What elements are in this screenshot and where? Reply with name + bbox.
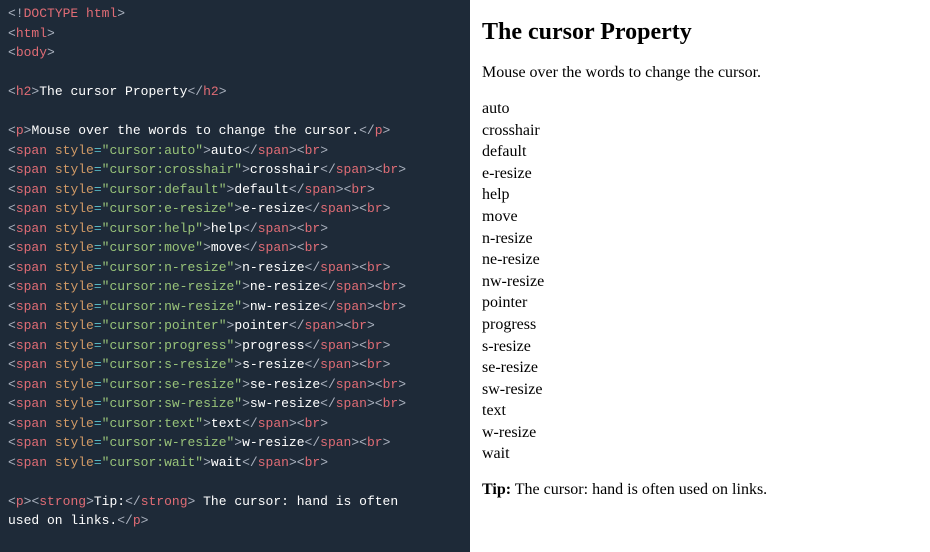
preview-tip: Tip: The cursor: hand is often used on l… [482, 479, 918, 501]
cursor-word[interactable]: nw-resize [482, 271, 918, 293]
cursor-word[interactable]: s-resize [482, 336, 918, 358]
cursor-word[interactable]: move [482, 206, 918, 228]
cursor-word[interactable]: w-resize [482, 422, 918, 444]
cursor-word[interactable]: crosshair [482, 120, 918, 142]
cursor-word[interactable]: default [482, 141, 918, 163]
cursor-word[interactable]: pointer [482, 292, 918, 314]
cursor-word[interactable]: wait [482, 443, 918, 465]
tip-label: Tip: [482, 481, 511, 498]
cursor-word[interactable]: e-resize [482, 163, 918, 185]
tip-text: The cursor: hand is often used on links. [511, 481, 767, 498]
preview-intro: Mouse over the words to change the curso… [482, 62, 918, 84]
cursor-word[interactable]: auto [482, 98, 918, 120]
preview-heading: The cursor Property [482, 16, 918, 48]
cursor-word[interactable]: help [482, 184, 918, 206]
preview-pane: The cursor Property Mouse over the words… [470, 0, 930, 552]
code-editor-pane[interactable]: <!DOCTYPE html> <html> <body> <h2>The cu… [0, 0, 470, 552]
cursor-word[interactable]: text [482, 400, 918, 422]
cursor-word[interactable]: ne-resize [482, 249, 918, 271]
cursor-word[interactable]: n-resize [482, 228, 918, 250]
cursor-word[interactable]: se-resize [482, 357, 918, 379]
cursor-word[interactable]: sw-resize [482, 379, 918, 401]
cursor-word-list: autocrosshairdefaulte-resizehelpmoven-re… [482, 98, 918, 465]
cursor-word[interactable]: progress [482, 314, 918, 336]
